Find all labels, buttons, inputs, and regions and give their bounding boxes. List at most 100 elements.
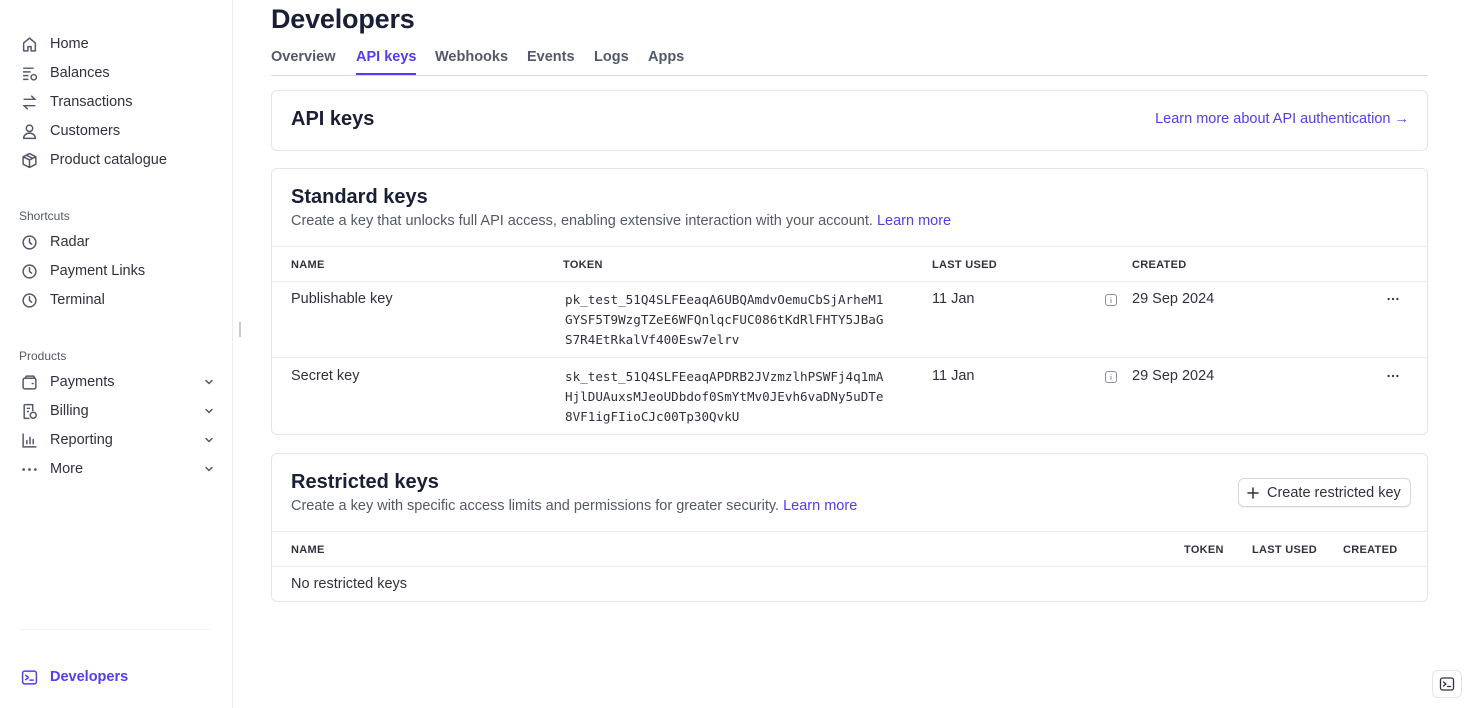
column-header-name: NAME (291, 259, 325, 271)
sidebar-item-balances[interactable]: Balances (20, 61, 215, 85)
terminal-icon (1439, 677, 1455, 691)
api-keys-title: API keys (291, 108, 375, 130)
description-text: Create a key that unlocks full API acces… (291, 213, 873, 229)
sidebar-item-transactions[interactable]: Transactions (20, 90, 215, 114)
tab-apps[interactable]: Apps (648, 49, 684, 65)
sidebar-item-label: Radar (50, 234, 90, 250)
sidebar-item-label: Reporting (50, 432, 113, 448)
home-icon (20, 35, 38, 53)
column-header-last-used: LAST USED (932, 259, 998, 271)
sidebar-item-payment-links[interactable]: Payment Links (20, 259, 215, 283)
create-restricted-key-button[interactable]: Create restricted key (1238, 478, 1411, 507)
developer-shell-button[interactable] (1432, 670, 1462, 698)
clock-icon (20, 291, 38, 309)
created-date: 29 Sep 2024 (1132, 291, 1215, 307)
sidebar-item-home[interactable]: Home (20, 32, 215, 56)
overflow-menu-icon[interactable] (1385, 291, 1401, 307)
learn-more-link[interactable]: Learn more (877, 213, 951, 229)
more-dots-icon (20, 460, 38, 478)
standard-keys-card: Standard keys Create a key that unlocks … (271, 168, 1428, 435)
transactions-icon (20, 93, 38, 111)
restricted-keys-description: Create a key with specific access limits… (291, 498, 857, 514)
header-divider (272, 531, 1427, 532)
column-header-token: TOKEN (1184, 544, 1224, 556)
sidebar-item-label: Transactions (50, 94, 133, 110)
tab-overview[interactable]: Overview (271, 49, 336, 65)
created-date: 29 Sep 2024 (1132, 368, 1215, 384)
last-used: 11 Jan (932, 291, 975, 307)
products-heading: Products (19, 349, 67, 363)
terminal-icon (20, 668, 38, 686)
sidebar-item-payments[interactable]: Payments (20, 370, 215, 394)
standard-keys-description: Create a key that unlocks full API acces… (291, 213, 951, 229)
tab-webhooks[interactable]: Webhooks (435, 49, 508, 65)
tab-api-keys[interactable]: API keys (356, 49, 417, 75)
payments-icon (20, 373, 38, 391)
sidebar-item-developers[interactable]: Developers (20, 665, 215, 689)
sidebar-item-terminal[interactable]: Terminal (20, 288, 215, 312)
button-label: Create restricted key (1267, 484, 1401, 501)
row-divider (272, 357, 1427, 358)
description-text: Create a key with specific access limits… (291, 498, 780, 514)
standard-keys-title: Standard keys (291, 186, 428, 208)
balances-icon (20, 64, 38, 82)
sidebar-item-label: Product catalogue (50, 152, 167, 168)
header-divider (272, 246, 1427, 247)
empty-state-text: No restricted keys (291, 576, 408, 592)
column-header-created: CREATED (1132, 259, 1187, 271)
shortcuts-heading: Shortcuts (19, 209, 70, 223)
restricted-keys-card: Restricted keys Create a key with specif… (271, 453, 1428, 602)
sidebar-divider (20, 629, 210, 630)
restricted-keys-title: Restricted keys (291, 471, 439, 493)
tab-logs[interactable]: Logs (594, 49, 629, 65)
sidebar-item-label: Payments (50, 374, 115, 390)
key-name: Publishable key (291, 291, 393, 307)
sidebar-resize-handle[interactable] (239, 322, 241, 337)
tab-bar: Overview API keys Webhooks Events Logs A… (271, 46, 1428, 76)
learn-more-api-auth-link[interactable]: Learn more about API authentication → (1155, 111, 1409, 127)
clock-icon (20, 233, 38, 251)
token-line: HjlDUAuxsMJeoUDbdof0SmYtMv0JEvh6vaDNy5uD… (565, 389, 884, 404)
overflow-menu-icon[interactable] (1385, 368, 1401, 384)
sidebar-item-radar[interactable]: Radar (20, 230, 215, 254)
sidebar-item-billing[interactable]: Billing (20, 399, 215, 423)
chevron-down-icon[interactable] (203, 376, 215, 388)
sidebar-item-label: More (50, 461, 84, 477)
sidebar-item-label: Home (50, 36, 89, 52)
chevron-down-icon[interactable] (203, 434, 215, 446)
tab-events[interactable]: Events (527, 49, 575, 65)
token-value[interactable]: sk_test_51Q4SLFEeaqAPDRB2JVzmzlhPSWFj4q1… (565, 367, 895, 427)
sidebar-item-customers[interactable]: Customers (20, 119, 215, 143)
sidebar-item-product-catalogue[interactable]: Product catalogue (20, 148, 215, 172)
row-divider (272, 281, 1427, 282)
api-keys-card: API keys Learn more about API authentica… (271, 90, 1428, 151)
sidebar-item-label: Developers (50, 669, 129, 685)
product-catalogue-icon (20, 151, 38, 169)
page-title: Developers (271, 4, 415, 34)
sidebar-item-label: Customers (50, 123, 121, 139)
clock-icon (20, 262, 38, 280)
info-icon[interactable] (1105, 370, 1117, 383)
customers-icon (20, 122, 38, 140)
token-line: sk_test_51Q4SLFEeaqAPDRB2JVzmzlhPSWFj4q1… (565, 369, 884, 384)
column-header-created: CREATED (1343, 544, 1398, 556)
column-header-token: TOKEN (563, 259, 603, 271)
learn-more-link[interactable]: Learn more (783, 498, 857, 514)
key-name: Secret key (291, 368, 360, 384)
chevron-down-icon[interactable] (203, 405, 215, 417)
column-header-name: NAME (291, 544, 325, 556)
token-line: S7R4EtRkalVf400Esw7elrv (565, 332, 740, 347)
token-value[interactable]: pk_test_51Q4SLFEeaqA6UBQAmdvOemuCbSjArhe… (565, 290, 895, 350)
plus-icon (1247, 486, 1259, 499)
column-header-last-used: LAST USED (1252, 544, 1318, 556)
sidebar-item-reporting[interactable]: Reporting (20, 428, 215, 452)
token-line: 8VF1igFIioCJc00Tp30QvkU (565, 409, 740, 424)
reporting-icon (20, 431, 38, 449)
last-used: 11 Jan (932, 368, 975, 384)
chevron-down-icon[interactable] (203, 463, 215, 475)
sidebar: Home Balances Transactions Customers Pro… (0, 0, 233, 708)
sidebar-item-more[interactable]: More (20, 457, 215, 481)
sidebar-item-label: Billing (50, 403, 89, 419)
row-divider (272, 566, 1427, 567)
info-icon[interactable] (1105, 293, 1117, 306)
